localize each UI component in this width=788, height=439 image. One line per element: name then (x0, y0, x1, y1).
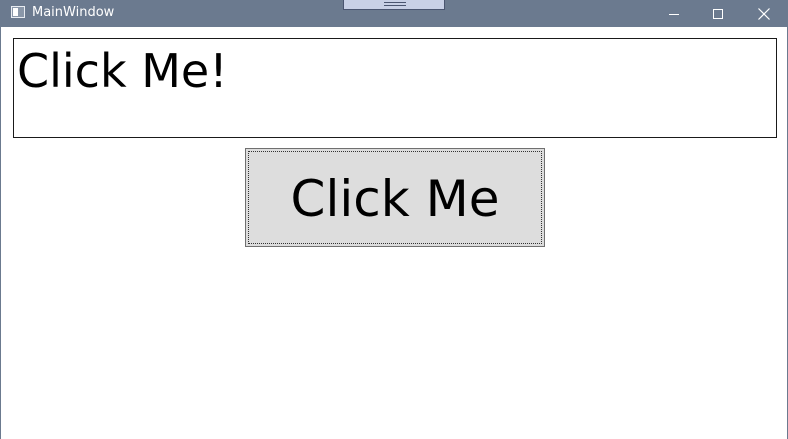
window-app-icon (11, 6, 25, 18)
minimize-button[interactable] (651, 0, 697, 27)
click-me-button[interactable]: Click Me (245, 148, 545, 247)
snap-layout-handle[interactable] (343, 0, 445, 10)
minimize-icon (669, 13, 679, 15)
main-window: MainWindow Click Me! Click Me (0, 0, 788, 439)
maximize-icon (713, 8, 723, 19)
window-title: MainWindow (32, 5, 115, 20)
close-button[interactable] (741, 0, 787, 27)
title-bar[interactable]: MainWindow (1, 0, 787, 27)
maximize-button[interactable] (695, 0, 741, 27)
message-textbox-value: Click Me! (17, 44, 228, 98)
message-textbox[interactable]: Click Me! (13, 38, 777, 138)
click-me-button-label: Click Me (290, 169, 500, 228)
close-icon (758, 7, 770, 20)
